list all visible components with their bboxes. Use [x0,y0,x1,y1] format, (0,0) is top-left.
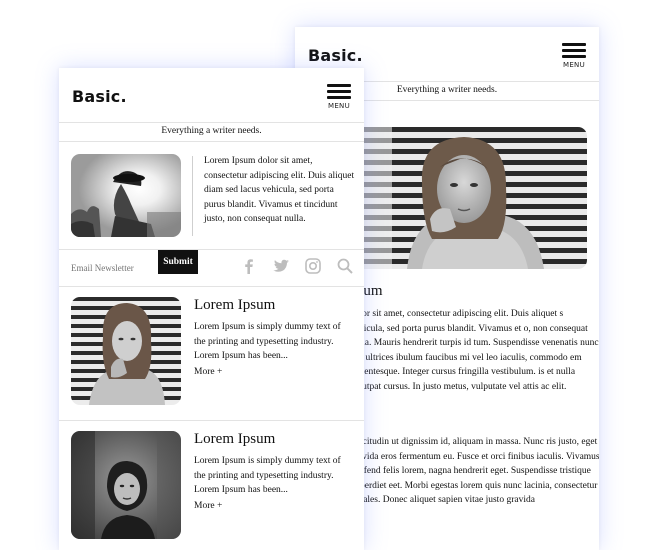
site-header: Basic. MENU [59,68,364,123]
more-link[interactable]: More + [194,367,222,377]
post-title[interactable]: Lorem Ipsum [194,297,275,314]
front-phone-mockup: Basic. MENU Everything a writer needs. L… [59,68,364,550]
site-logo[interactable]: Basic. [308,46,363,65]
instagram-icon[interactable] [304,257,322,275]
social-icons [240,254,354,278]
article-paragraph: dolor sit amet, consectetur adipiscing e… [350,309,599,392]
post-item: Lorem Ipsum Lorem Ipsum is simply dummy … [59,421,364,550]
more-link[interactable]: More + [194,501,222,511]
facebook-icon[interactable] [240,257,258,275]
hamburger-icon-bar [562,49,586,52]
intro-image [71,154,181,237]
newsletter-bar: Submit [59,250,364,287]
post-thumbnail[interactable] [71,297,181,405]
intro-text: Lorem Ipsum dolor sit amet, consectetur … [204,156,355,225]
site-tagline: Everything a writer needs. [59,123,364,142]
post-item: Lorem Ipsum Lorem Ipsum is simply dummy … [59,287,364,421]
post-thumbnail[interactable] [71,431,181,539]
submit-button[interactable]: Submit [158,250,198,274]
article-paragraph: ollicitudin ut dignissim id, aliquam in … [350,437,599,506]
menu-label: MENU [327,102,351,110]
divider [192,156,193,236]
search-icon[interactable] [336,257,354,275]
hamburger-icon-bar [327,90,351,93]
post-excerpt: Lorem Ipsum is simply dummy text of the … [194,456,341,496]
email-newsletter-input[interactable] [71,261,159,275]
hamburger-icon [562,43,586,46]
menu-button[interactable]: MENU [562,43,586,69]
hamburger-icon-bar [327,96,351,99]
post-excerpt: Lorem Ipsum is simply dummy text of the … [194,322,341,362]
hamburger-icon [327,84,351,87]
post-title[interactable]: Lorem Ipsum [194,431,275,448]
site-logo[interactable]: Basic. [72,87,127,106]
menu-label: MENU [562,61,586,69]
twitter-icon[interactable] [272,257,290,275]
hero-image [352,127,587,269]
intro-section: Lorem Ipsum dolor sit amet, consectetur … [59,142,364,250]
hamburger-icon-bar [562,55,586,58]
menu-button[interactable]: MENU [327,84,351,110]
